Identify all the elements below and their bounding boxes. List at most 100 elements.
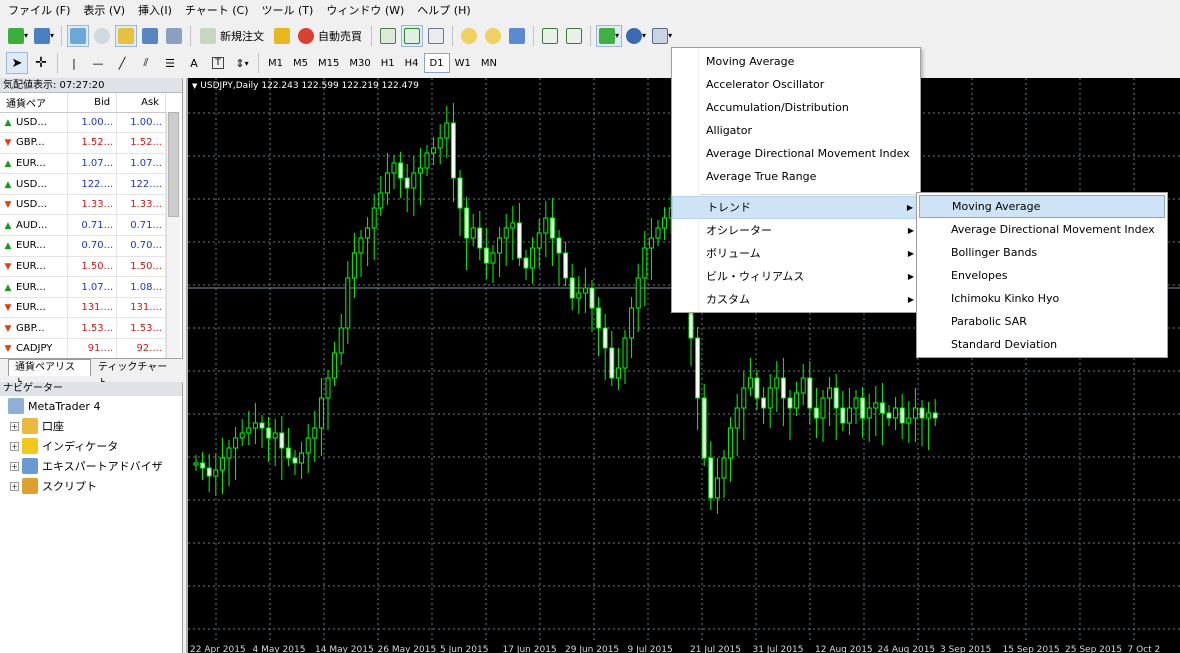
- ask-cell: 1.52...: [116, 132, 166, 154]
- scrollbar-thumb[interactable]: [168, 112, 179, 217]
- profiles-button[interactable]: ▾: [32, 25, 56, 47]
- crosshair-tool[interactable]: ✛: [30, 52, 52, 74]
- strategy-tester-toggle[interactable]: [163, 25, 185, 47]
- market-watch-row[interactable]: ▼ CADJPY 91.... 92....: [0, 338, 166, 360]
- timeframe-m30[interactable]: M30: [344, 53, 375, 73]
- nav-item-accounts[interactable]: + 口座: [0, 416, 182, 436]
- timeframe-h4[interactable]: H4: [400, 53, 424, 73]
- submenu-oscillators[interactable]: オシレーター ▶: [672, 219, 920, 242]
- templates-dropdown-button[interactable]: ▾: [650, 25, 674, 47]
- menu-window[interactable]: ウィンドウ (W): [322, 2, 413, 18]
- menu-item-average-true-range[interactable]: Average True Range: [672, 165, 920, 188]
- market-watch-row[interactable]: ▼ GBP... 1.53... 1.53...: [0, 317, 166, 340]
- tile-windows-button[interactable]: [506, 25, 528, 47]
- candlestick-icon: [404, 27, 421, 44]
- timeframe-m15[interactable]: M15: [313, 53, 344, 73]
- menu-item-accumulation-distribution[interactable]: Accumulation/Distribution: [672, 96, 920, 119]
- expand-icon[interactable]: +: [10, 421, 19, 431]
- channel-tool[interactable]: ⫽: [135, 52, 157, 74]
- expand-icon[interactable]: +: [10, 461, 19, 471]
- column-ask[interactable]: Ask: [116, 93, 166, 113]
- timeframe-w1[interactable]: W1: [450, 53, 476, 73]
- nav-item-scripts[interactable]: + スクリプト: [0, 476, 182, 496]
- expand-icon[interactable]: +: [10, 481, 19, 491]
- nav-item-experts[interactable]: + エキスパートアドバイザ: [0, 456, 182, 476]
- trend-item-moving-average[interactable]: Moving Average: [919, 195, 1165, 218]
- timeframe-mn[interactable]: MN: [476, 53, 502, 73]
- trend-item-standard-deviation[interactable]: Standard Deviation: [919, 333, 1165, 356]
- menu-chart[interactable]: チャート (C): [181, 2, 258, 18]
- menu-item-alligator[interactable]: Alligator: [672, 119, 920, 142]
- navigator-title: ナビゲーター: [0, 382, 182, 396]
- menu-insert[interactable]: 挿入(I): [134, 2, 181, 18]
- tab-tick-chart[interactable]: ティックチャート: [90, 359, 183, 389]
- horizontal-line-tool[interactable]: —: [87, 52, 109, 74]
- trendline-tool[interactable]: ╱: [111, 52, 133, 74]
- trend-item-parabolic-sar[interactable]: Parabolic SAR: [919, 310, 1165, 333]
- arrows-dropdown[interactable]: ⇕ ▾: [231, 52, 253, 74]
- market-watch-row[interactable]: ▲ USD... 1.00... 1.00...: [0, 112, 166, 134]
- market-watch-toggle[interactable]: [67, 24, 90, 47]
- menu-item-moving-average[interactable]: Moving Average: [672, 50, 920, 73]
- text-label-tool[interactable]: T: [207, 52, 229, 74]
- menu-tools[interactable]: ツール (T): [258, 2, 323, 18]
- periods-dropdown-button[interactable]: ▾: [624, 25, 648, 47]
- market-watch-row[interactable]: ▲ EUR... 1.07... 1.08...: [0, 276, 166, 298]
- fibonacci-tool[interactable]: ☰: [159, 52, 181, 74]
- candle-body: [266, 427, 272, 439]
- trend-item-ichimoku[interactable]: Ichimoku Kinko Hyo: [919, 287, 1165, 310]
- menu-item-admi[interactable]: Average Directional Movement Index: [672, 142, 920, 165]
- tab-symbols[interactable]: 通貨ペアリスト: [8, 359, 91, 389]
- new-chart-button[interactable]: ▾: [6, 25, 30, 47]
- market-watch-row[interactable]: ▼ USD... 1.33... 1.33...: [0, 194, 166, 216]
- market-watch-row[interactable]: ▲ EUR... 1.07... 1.07...: [0, 153, 166, 175]
- vertical-line-tool[interactable]: |: [63, 52, 85, 74]
- column-symbol[interactable]: 通貨ペア: [0, 93, 69, 113]
- timeframe-d1[interactable]: D1: [423, 53, 450, 73]
- menu-help[interactable]: ヘルプ (H): [413, 2, 479, 18]
- navigator-toggle[interactable]: [115, 24, 138, 47]
- menu-file[interactable]: ファイル (F): [4, 2, 79, 18]
- candle-body: [582, 287, 588, 294]
- market-watch-row[interactable]: ▲ USD... 122.... 122....: [0, 173, 166, 195]
- market-watch-row[interactable]: ▼ EUR... 1.50... 1.50...: [0, 256, 166, 278]
- terminal-toggle[interactable]: [139, 25, 161, 47]
- nav-item-label: インディケータ: [42, 440, 119, 453]
- zoom-in-button[interactable]: [458, 25, 480, 47]
- ask-cell: 0.70...: [116, 235, 166, 257]
- market-watch-row[interactable]: ▼ EUR... 131.... 131....: [0, 297, 166, 319]
- menu-view[interactable]: 表示 (V): [79, 2, 134, 18]
- market-watch-row[interactable]: ▼ GBP... 1.52... 1.52...: [0, 132, 166, 154]
- submenu-bill-williams[interactable]: ビル・ウィリアムス ▶: [672, 265, 920, 288]
- column-bid[interactable]: Bid: [67, 93, 118, 113]
- nav-root[interactable]: MetaTrader 4: [0, 396, 182, 416]
- line-chart-button[interactable]: [425, 25, 447, 47]
- text-tool[interactable]: A: [183, 52, 205, 74]
- indicators-dropdown-button[interactable]: ▾: [596, 24, 623, 47]
- expand-icon[interactable]: +: [10, 441, 19, 451]
- new-order-button[interactable]: 新規注文: [196, 25, 268, 47]
- timeframe-h1[interactable]: H1: [376, 53, 400, 73]
- auto-trading-button[interactable]: 自動売買: [270, 25, 366, 47]
- auto-scroll-button[interactable]: [563, 25, 585, 47]
- market-watch-row[interactable]: ▲ AUD... 0.71... 0.71...: [0, 214, 166, 237]
- menu-item-accelerator-oscillator[interactable]: Accelerator Oscillator: [672, 73, 920, 96]
- market-watch-row[interactable]: ▲ EUR... 0.70... 0.70...: [0, 235, 166, 257]
- timeframe-m1[interactable]: M1: [263, 53, 288, 73]
- submenu-volumes[interactable]: ボリューム ▶: [672, 242, 920, 265]
- submenu-trend[interactable]: トレンド ▶: [672, 196, 920, 219]
- nav-item-indicators[interactable]: + インディケータ: [0, 436, 182, 456]
- data-window-toggle[interactable]: [91, 25, 113, 47]
- submenu-custom[interactable]: カスタム ▶: [672, 288, 920, 311]
- timeframe-m5[interactable]: M5: [288, 53, 313, 73]
- trend-item-bollinger-bands[interactable]: Bollinger Bands: [919, 241, 1165, 264]
- candle-body: [450, 122, 456, 179]
- chart-shift-button[interactable]: [539, 25, 561, 47]
- cursor-tool[interactable]: ➤: [6, 52, 28, 74]
- bar-chart-button[interactable]: [377, 25, 399, 47]
- trend-item-envelopes[interactable]: Envelopes: [919, 264, 1165, 287]
- trend-item-admi[interactable]: Average Directional Movement Index: [919, 218, 1165, 241]
- candlestick-button[interactable]: [401, 24, 424, 47]
- zoom-out-button[interactable]: [482, 25, 504, 47]
- market-watch-scrollbar[interactable]: [166, 112, 180, 366]
